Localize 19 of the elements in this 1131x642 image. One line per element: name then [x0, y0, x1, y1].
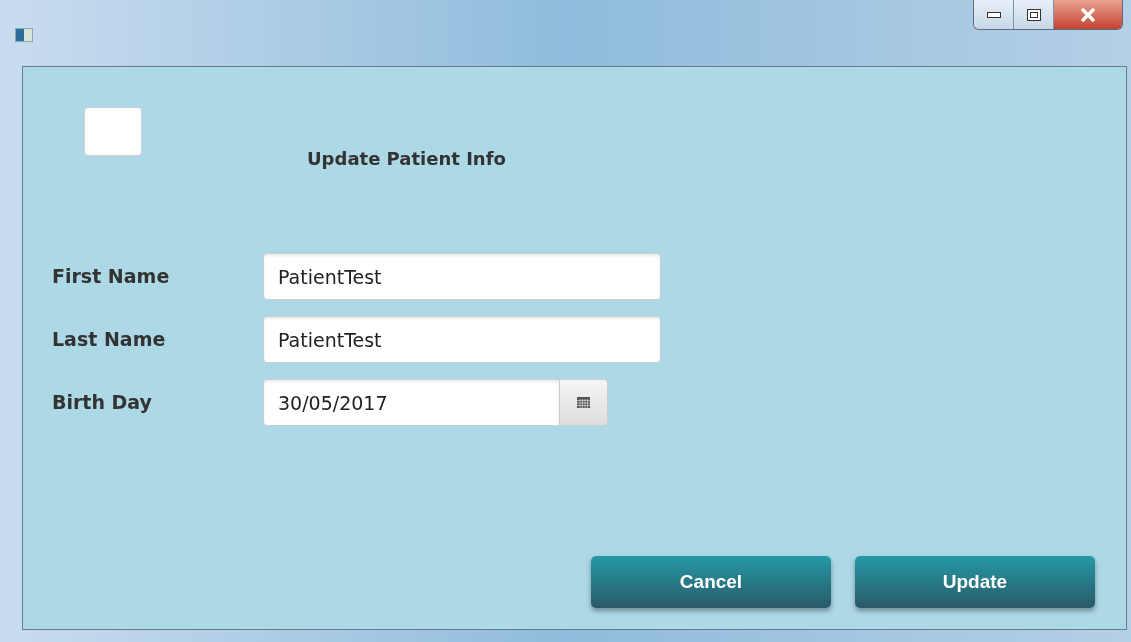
field-label: Last Name [51, 327, 167, 353]
calendar-icon [577, 397, 590, 408]
app-icon [15, 28, 33, 42]
image-placeholder [84, 107, 142, 156]
calendar-button[interactable] [560, 379, 608, 426]
minimize-icon [986, 11, 1001, 18]
minimize-button[interactable] [974, 0, 1014, 29]
field-label: First Name [51, 264, 171, 290]
close-icon [1080, 7, 1096, 22]
date-field[interactable]: 30/05/2017 [263, 379, 560, 426]
field-label: Birth Day [51, 390, 153, 416]
text-field[interactable]: PatientTest [263, 253, 661, 300]
text-field[interactable]: PatientTest [263, 316, 661, 363]
maximize-icon [1026, 8, 1041, 21]
update-button[interactable]: Update [855, 556, 1095, 608]
close-button[interactable] [1054, 0, 1122, 29]
cancel-button[interactable]: Cancel [591, 556, 831, 608]
maximize-button[interactable] [1014, 0, 1054, 29]
dialog-heading: Update Patient Info [307, 147, 507, 171]
